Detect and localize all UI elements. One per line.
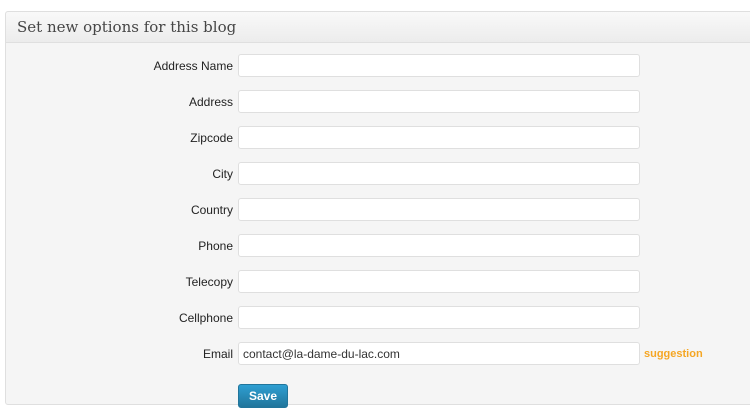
email-input[interactable] [238,342,640,365]
phone-label: Phone [198,239,233,253]
address-name-label: Address Name [153,59,233,73]
panel-header: Set new options for this blog [6,12,750,43]
form-row-address-name: Address Name [6,54,750,78]
address-name-input[interactable] [238,54,640,77]
city-input[interactable] [238,162,640,185]
telecopy-label: Telecopy [185,275,233,289]
blog-options-panel: Set new options for this blog Address Na… [5,11,750,408]
phone-input[interactable] [238,234,640,257]
form-row-phone: Phone [6,234,750,258]
country-input[interactable] [238,198,640,221]
cellphone-label: Cellphone [178,311,233,325]
form-row-cellphone: Cellphone [6,306,750,330]
cellphone-input[interactable] [238,306,640,329]
email-label: Email [202,347,233,361]
country-label: Country [190,203,233,217]
address-label: Address [188,95,233,109]
form-row-country: Country [6,198,750,222]
email-suggestion-link[interactable]: suggestion [644,347,703,361]
panel-title: Set new options for this blog [17,18,237,36]
zipcode-label: Zipcode [190,131,233,145]
form-row-address: Address [6,90,750,114]
save-button[interactable]: Save [238,384,288,408]
form-row-email: Email suggestion [6,342,750,366]
city-label: City [212,167,233,181]
form-row-telecopy: Telecopy [6,270,750,294]
form-row-city: City [6,162,750,186]
form-row-zipcode: Zipcode [6,126,750,150]
telecopy-input[interactable] [238,270,640,293]
address-input[interactable] [238,90,640,113]
zipcode-input[interactable] [238,126,640,149]
